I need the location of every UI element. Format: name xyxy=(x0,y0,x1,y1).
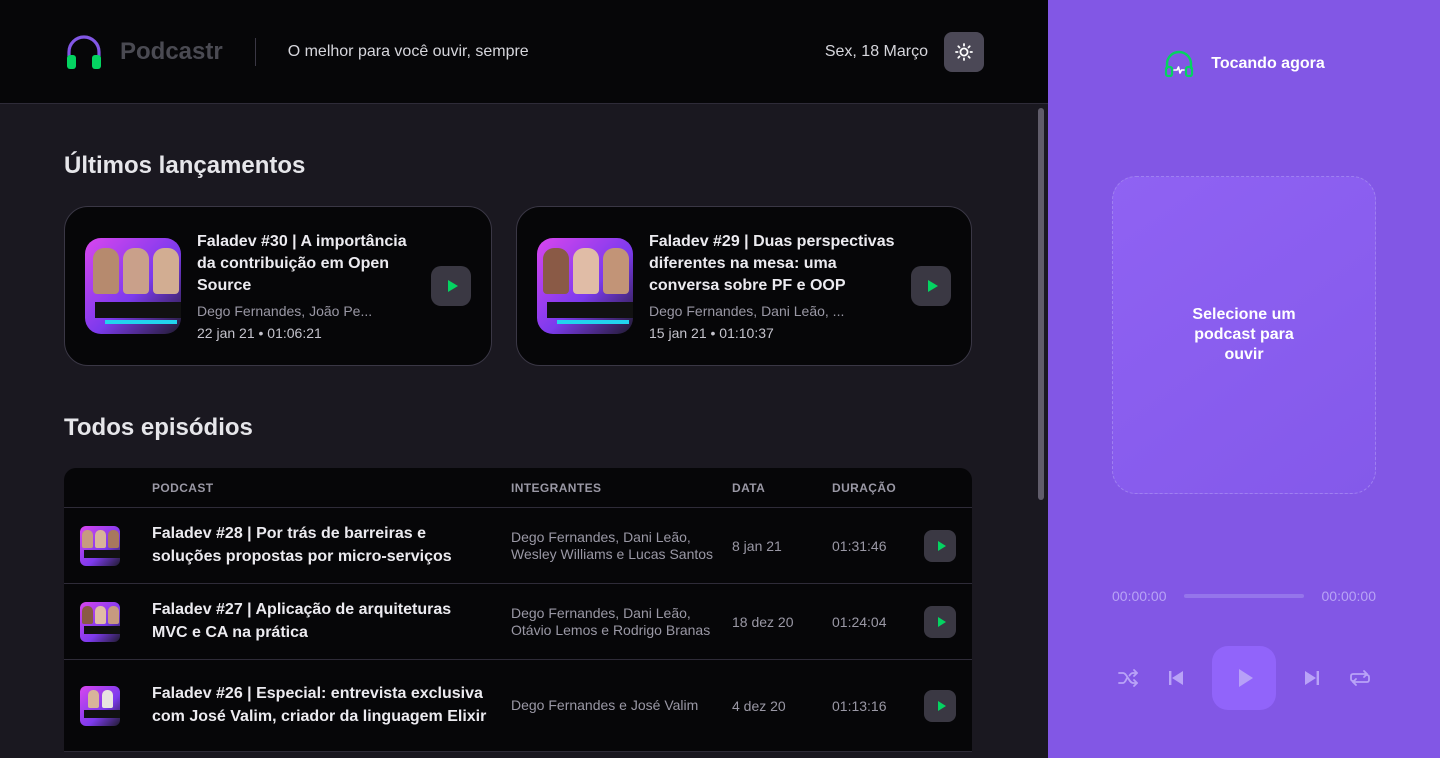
episode-date-duration: 15 jan 21 • 01:10:37 xyxy=(649,325,774,341)
all-episodes-title: Todos episódios xyxy=(64,414,253,441)
table-row: Faladev #28 | Por trás de barreiras e so… xyxy=(64,508,972,584)
next-button[interactable] xyxy=(1300,666,1324,690)
empty-player-placeholder: Selecione um podcast para ouvir xyxy=(1112,176,1376,494)
episode-duration: 01:31:46 xyxy=(832,537,887,554)
table-row: Faladev #27 | Aplicação de arquiteturas … xyxy=(64,584,972,660)
main-content: Últimos lançamentos Faladev #30 | A impo… xyxy=(0,104,1048,758)
play-icon xyxy=(937,540,946,551)
play-episode-button[interactable] xyxy=(924,529,956,562)
shuffle-button[interactable] xyxy=(1116,666,1140,690)
scrollbar[interactable] xyxy=(1038,108,1044,500)
episode-title-link[interactable]: Faladev #29 | Duas perspectivas diferent… xyxy=(649,231,899,297)
logo[interactable]: Podcastr xyxy=(64,32,223,72)
episode-date-duration: 22 jan 21 • 01:06:21 xyxy=(197,325,322,341)
play-icon xyxy=(937,616,946,627)
column-header-date: DATA xyxy=(732,480,766,495)
episode-date: 18 dez 20 xyxy=(732,613,794,630)
now-playing-header: Tocando agora xyxy=(1048,48,1440,80)
episode-thumbnail xyxy=(80,601,120,642)
column-header-duration: DURAÇÃO xyxy=(832,480,897,495)
episode-members: Dego Fernandes, Dani Leão, ... xyxy=(649,303,845,319)
repeat-icon xyxy=(1350,670,1370,686)
play-episode-button[interactable] xyxy=(924,689,956,722)
column-header-members: INTEGRANTES xyxy=(511,480,602,495)
progress-section: 00:00:00 00:00:00 xyxy=(1112,588,1376,604)
episode-members: Dego Fernandes, João Pe... xyxy=(197,303,373,319)
current-time: 00:00:00 xyxy=(1112,588,1167,604)
sun-icon xyxy=(955,42,973,61)
previous-button[interactable] xyxy=(1164,666,1188,690)
play-icon xyxy=(927,280,938,292)
app-name: Podcastr xyxy=(120,37,223,65)
headphones-logo-icon xyxy=(67,34,101,69)
skip-previous-icon xyxy=(1169,671,1183,685)
headphones-icon xyxy=(1165,50,1194,78)
episode-title-link[interactable]: Faladev #30 | A importância da contribui… xyxy=(197,231,419,297)
play-icon xyxy=(1239,669,1253,687)
tagline: O melhor para você ouvir, sempre xyxy=(287,42,529,60)
play-icon xyxy=(937,700,946,711)
table-header: PODCAST INTEGRANTES DATA DURAÇÃO xyxy=(64,468,972,508)
episode-date: 4 dez 20 xyxy=(732,697,786,714)
episode-thumbnail xyxy=(537,238,633,334)
play-pause-button[interactable] xyxy=(1212,646,1276,710)
play-episode-button[interactable] xyxy=(431,266,471,306)
episode-thumbnail xyxy=(85,238,181,334)
column-header-podcast: PODCAST xyxy=(152,480,214,495)
now-playing-label: Tocando agora xyxy=(1211,55,1325,72)
episode-members: Dego Fernandes, Dani Leão, Wesley Willia… xyxy=(511,528,714,562)
play-episode-button[interactable] xyxy=(911,266,951,306)
player-controls xyxy=(1112,646,1376,710)
episode-title-link[interactable]: Faladev #26 | Especial: entrevista exclu… xyxy=(152,685,486,725)
episode-title-link[interactable]: Faladev #28 | Por trás de barreiras e so… xyxy=(152,525,452,565)
repeat-button[interactable] xyxy=(1348,666,1372,690)
episode-members: Dego Fernandes, Dani Leão, Otávio Lemos … xyxy=(511,604,711,638)
latest-episodes-title: Últimos lançamentos xyxy=(64,152,306,179)
header-divider xyxy=(254,37,256,66)
episode-members: Dego Fernandes e José Valim xyxy=(511,697,699,713)
skip-next-icon xyxy=(1305,671,1319,685)
latest-episode-card[interactable]: Faladev #29 | Duas perspectivas diferent… xyxy=(516,206,972,366)
episode-thumbnail xyxy=(80,525,120,566)
episode-duration: 01:13:16 xyxy=(832,697,887,714)
app-header: Podcastr O melhor para você ouvir, sempr… xyxy=(0,0,1048,104)
latest-episode-card[interactable]: Faladev #30 | A importância da contribui… xyxy=(64,206,492,366)
select-podcast-message: Selecione um podcast para ouvir xyxy=(1192,306,1296,363)
theme-toggle-button[interactable] xyxy=(944,31,984,72)
current-date: Sex, 18 Março xyxy=(824,42,928,60)
play-icon xyxy=(447,280,458,292)
episodes-table: PODCAST INTEGRANTES DATA DURAÇÃO Faladev… xyxy=(64,468,972,752)
episode-duration: 01:24:04 xyxy=(832,613,887,630)
episode-thumbnail xyxy=(80,685,120,726)
episode-title-link[interactable]: Faladev #27 | Aplicação de arquiteturas … xyxy=(152,601,451,641)
episode-date: 8 jan 21 xyxy=(732,537,782,554)
progress-slider[interactable] xyxy=(1184,594,1304,598)
table-row: Faladev #26 | Especial: entrevista exclu… xyxy=(64,660,972,752)
total-time: 00:00:00 xyxy=(1321,588,1377,604)
shuffle-icon xyxy=(1118,669,1138,687)
player-panel: Tocando agora Selecione um podcast para … xyxy=(1048,0,1440,758)
play-episode-button[interactable] xyxy=(924,605,956,638)
